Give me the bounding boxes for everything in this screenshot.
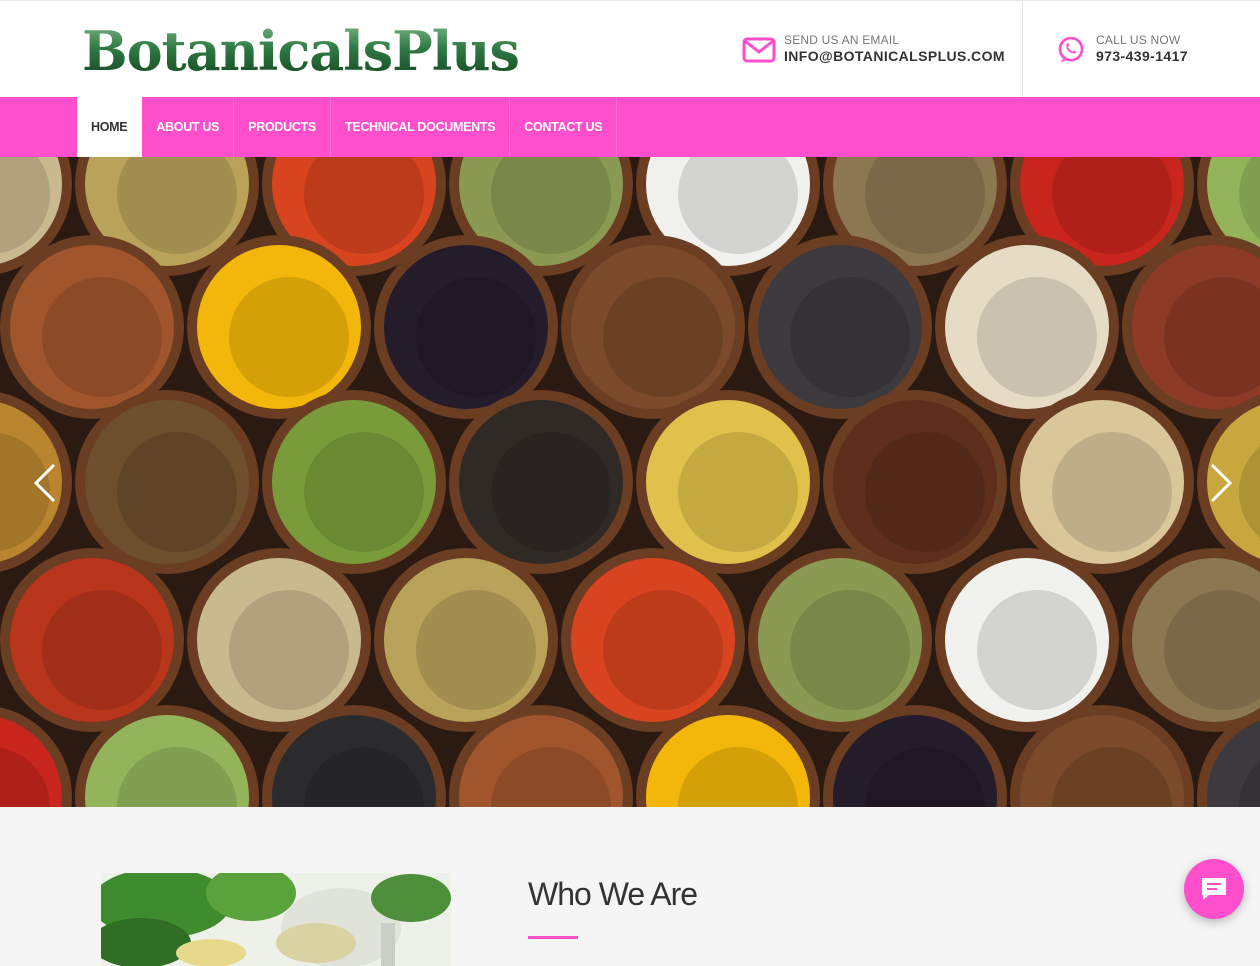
title-underline [528,936,578,939]
hero-slider [0,157,1260,807]
nav-item-products[interactable]: PRODUCTS [234,97,331,157]
about-section: Who We Are [0,807,1260,966]
nav-item-home[interactable]: HOME [77,97,143,157]
phone-contact[interactable]: CALL US NOW 973-439-1417 [1054,31,1254,71]
envelope-icon [742,37,776,63]
header-divider [1022,1,1023,98]
phone-number[interactable]: 973-439-1417 [1096,48,1188,64]
main-nav: HOME ABOUT US PRODUCTS TECHNICAL DOCUMEN… [0,97,1260,157]
nav-item-contact-us[interactable]: CONTACT US [510,97,618,157]
section-title: Who We Are [528,876,698,912]
chevron-right-icon[interactable] [1200,459,1240,507]
nav-item-technical-documents[interactable]: TECHNICAL DOCUMENTS [331,97,511,157]
site-logo[interactable]: BotanicalsPlus [82,21,520,81]
herbs-mortar-photo [101,873,451,966]
nav-list: HOME ABOUT US PRODUCTS TECHNICAL DOCUMEN… [77,97,618,157]
spice-bowls-photo [0,157,1260,807]
email-label: SEND US AN EMAIL [784,33,900,47]
email-contact[interactable]: SEND US AN EMAIL INFO@BOTANICALSPLUS.COM [742,31,1012,71]
whatsapp-phone-icon [1058,36,1084,63]
chevron-left-icon[interactable] [26,459,66,507]
phone-label: CALL US NOW [1096,33,1181,47]
site-header: BotanicalsPlus SEND US AN EMAIL INFO@BOT… [0,0,1260,98]
chat-bubble-icon [1202,878,1226,900]
chat-button[interactable] [1184,859,1244,919]
email-address[interactable]: INFO@BOTANICALSPLUS.COM [784,48,1005,64]
nav-item-about-us[interactable]: ABOUT US [142,97,235,157]
